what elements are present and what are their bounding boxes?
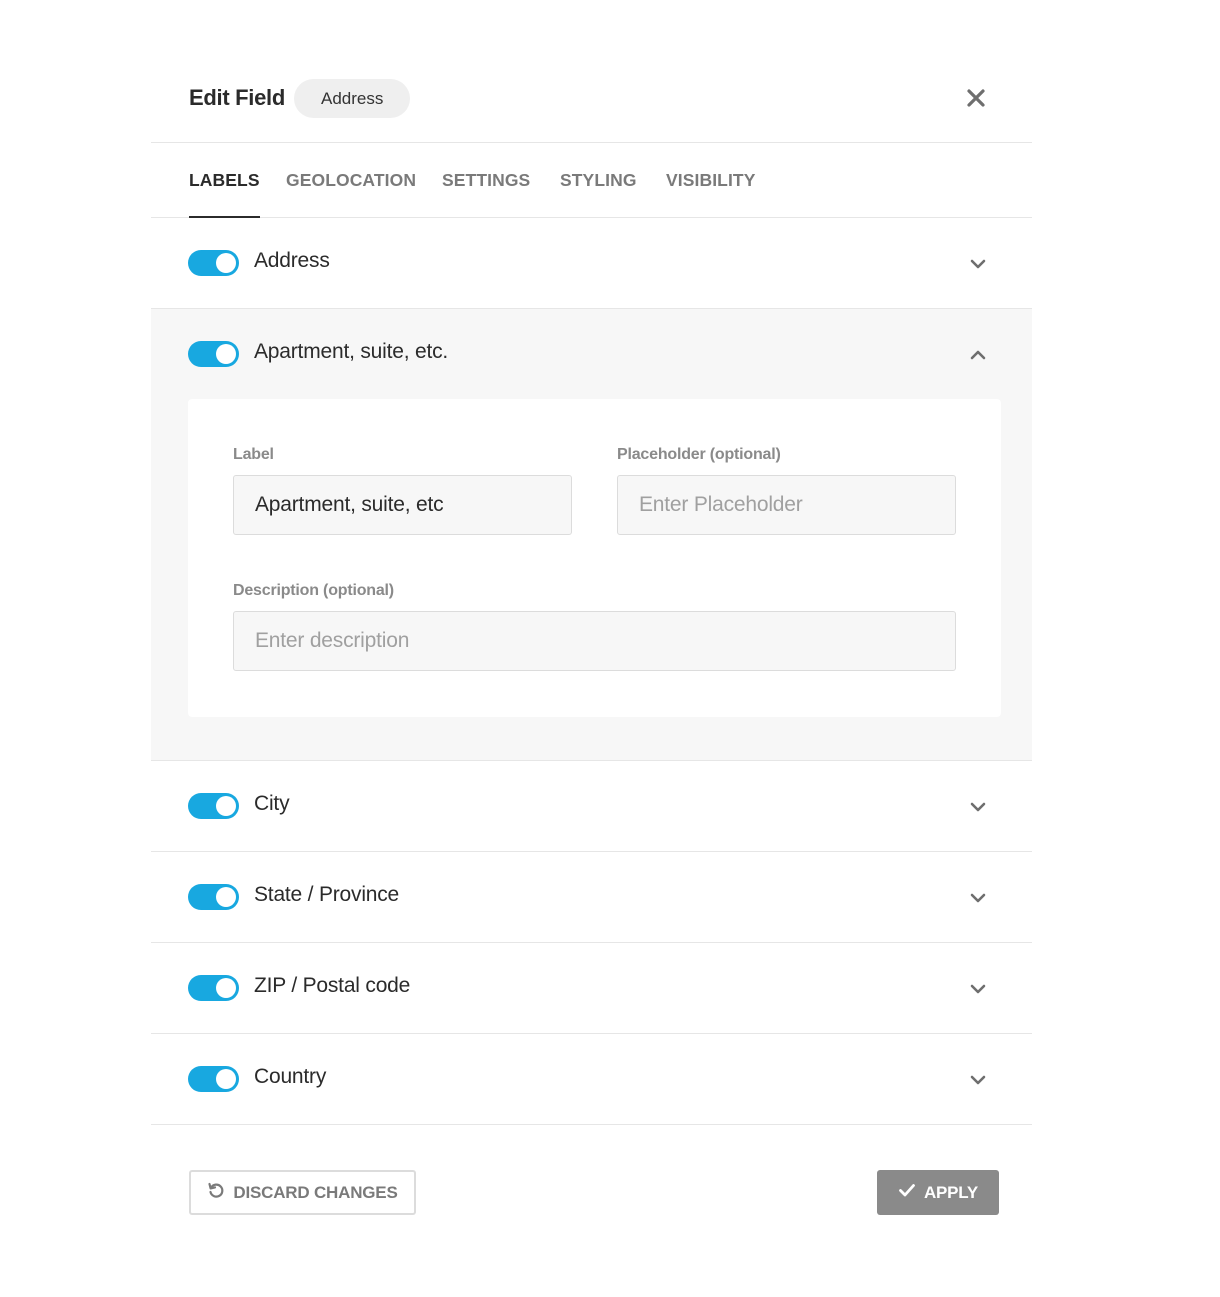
state-toggle[interactable]: [188, 884, 239, 910]
field-row-label: Apartment, suite, etc.: [254, 340, 449, 363]
placeholder-field-title: Placeholder (optional): [617, 446, 781, 463]
panel-footer: DISCARD CHANGES APPLY: [151, 1125, 1032, 1245]
check-icon: [898, 1181, 916, 1204]
field-row-city[interactable]: City: [151, 761, 1032, 852]
apply-button[interactable]: APPLY: [877, 1170, 999, 1215]
description-input[interactable]: [233, 611, 956, 671]
label-field-title: Label: [233, 446, 274, 463]
toggle-knob: [216, 796, 236, 816]
field-row-address[interactable]: Address: [151, 218, 1032, 309]
tab-visibility[interactable]: VISIBILITY: [666, 143, 755, 218]
discard-changes-label: DISCARD CHANGES: [233, 1182, 398, 1202]
panel-header: Edit Field Address: [151, 52, 1032, 143]
chevron-up-icon[interactable]: [969, 346, 987, 364]
apply-label: APPLY: [923, 1182, 979, 1202]
country-toggle[interactable]: [188, 1066, 239, 1092]
toggle-knob: [216, 978, 236, 998]
zip-toggle[interactable]: [188, 975, 239, 1001]
tab-settings[interactable]: SETTINGS: [442, 143, 530, 218]
chevron-down-icon[interactable]: [969, 980, 987, 998]
field-row-country[interactable]: Country: [151, 1034, 1032, 1125]
field-row-apartment[interactable]: Apartment, suite, etc. Label Placeholder…: [151, 309, 1032, 761]
field-row-label: Country: [254, 1065, 327, 1088]
field-row-zip[interactable]: ZIP / Postal code: [151, 943, 1032, 1034]
panel-title: Edit Field: [189, 85, 286, 110]
toggle-knob: [216, 887, 236, 907]
chevron-down-icon[interactable]: [969, 889, 987, 907]
description-field-title: Description (optional): [233, 582, 394, 599]
field-editor-card: Label Placeholder (optional) Description…: [188, 399, 1001, 717]
edit-field-panel: Edit Field Address LABELS GEOLOCATION SE…: [151, 52, 1032, 1245]
tab-labels[interactable]: LABELS: [189, 143, 260, 219]
undo-icon: [207, 1181, 225, 1204]
field-row-label: City: [254, 792, 290, 815]
close-icon[interactable]: [963, 85, 989, 111]
placeholder-input[interactable]: [617, 475, 956, 535]
address-toggle[interactable]: [188, 250, 239, 276]
tab-geolocation[interactable]: GEOLOCATION: [286, 143, 416, 218]
tab-styling[interactable]: STYLING: [560, 143, 637, 218]
discard-changes-button[interactable]: DISCARD CHANGES: [189, 1170, 416, 1215]
apartment-toggle[interactable]: [188, 341, 239, 367]
chevron-down-icon[interactable]: [969, 255, 987, 273]
field-row-label: ZIP / Postal code: [254, 974, 411, 997]
field-row-label: Address: [254, 249, 330, 272]
toggle-knob: [216, 1069, 236, 1089]
chevron-down-icon[interactable]: [969, 798, 987, 816]
field-type-badge: Address: [294, 79, 411, 118]
tab-bar: LABELS GEOLOCATION SETTINGS STYLING VISI…: [151, 143, 1032, 219]
label-input[interactable]: [233, 475, 572, 535]
city-toggle[interactable]: [188, 793, 239, 819]
chevron-down-icon[interactable]: [969, 1071, 987, 1089]
toggle-knob: [216, 344, 236, 364]
field-row-state[interactable]: State / Province: [151, 852, 1032, 943]
field-row-label: State / Province: [254, 883, 400, 906]
toggle-knob: [216, 253, 236, 273]
